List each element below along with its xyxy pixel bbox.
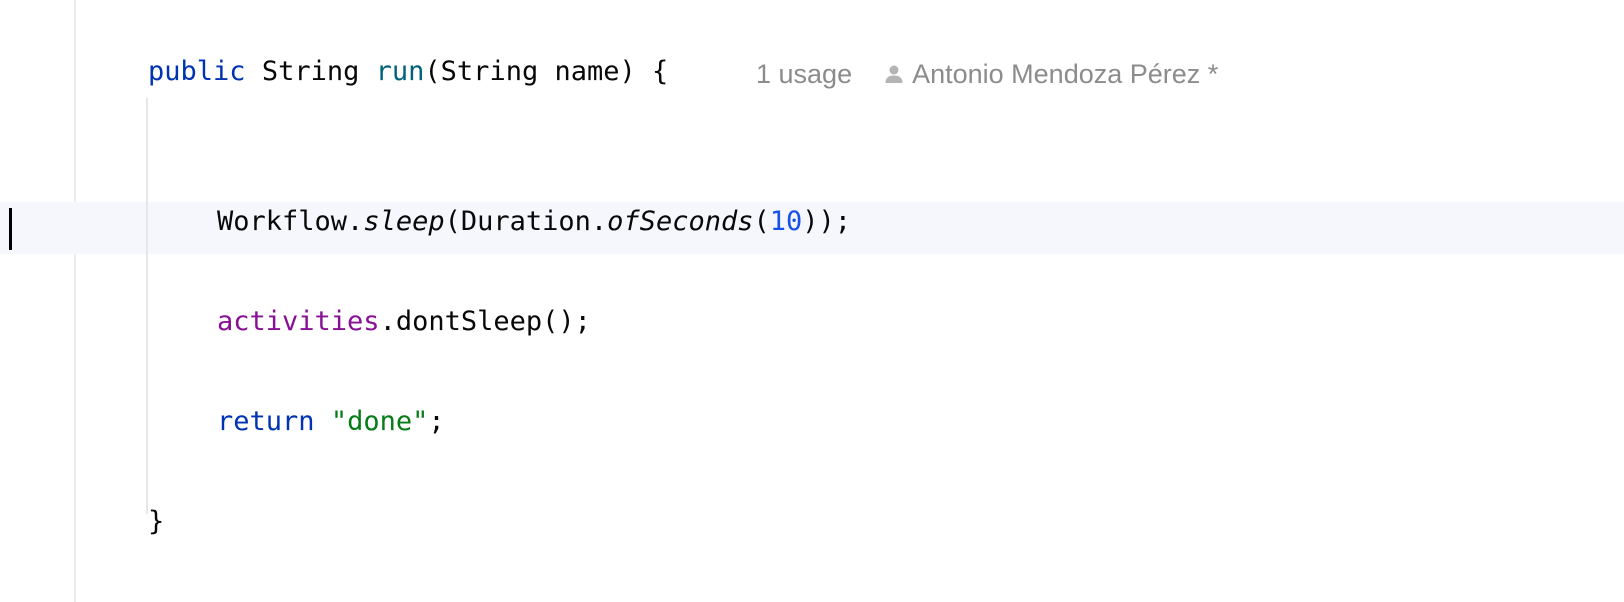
keyword-return: return [217,406,315,437]
param-type-string: String [440,56,539,87]
keyword-public: public [148,56,246,87]
paren-open: ( [753,206,770,237]
code-editor[interactable]: public String run(String name) { 1 usage… [0,0,1624,602]
code-line-workflow-sleep[interactable]: Workflow.sleep(Duration.ofSeconds(10)); [217,202,851,242]
class-workflow: Workflow [217,206,348,237]
person-icon [884,63,904,85]
text-caret [9,208,12,250]
code-line-activities-call[interactable]: activities.dontSleep(); [217,302,591,342]
closing-tokens: )); [802,206,852,237]
brace-open: { [652,56,669,87]
paren-open: ( [444,206,461,237]
method-name-run[interactable]: run [376,56,425,87]
semicolon: ; [428,406,445,437]
dot: . [347,206,364,237]
dot: . [590,206,608,237]
string-literal: "done" [330,406,429,437]
inlay-hints: 1 usage Antonio Mendoza Pérez * [756,54,1218,94]
paren-close: ) [619,56,636,87]
indent-guide [146,98,148,514]
code-line-closing-brace[interactable]: } [148,502,164,542]
number-literal: 10 [769,206,803,237]
class-duration: Duration [460,206,591,237]
gutter-separator [74,0,76,602]
type-string: String [261,56,360,87]
method-ofseconds: ofSeconds [607,206,754,237]
code-line-return[interactable]: return "done"; [217,402,445,442]
method-call-dontsleep: .dontSleep(); [379,306,591,337]
author-hint[interactable]: Antonio Mendoza Pérez * [912,59,1218,90]
param-name: name [554,56,620,87]
field-activities: activities [217,306,380,337]
usages-hint[interactable]: 1 usage [756,59,852,90]
code-line-method-signature[interactable]: public String run(String name) { [148,52,668,92]
paren-open: ( [424,56,441,87]
method-sleep: sleep [363,206,445,237]
brace-close: } [148,506,165,537]
